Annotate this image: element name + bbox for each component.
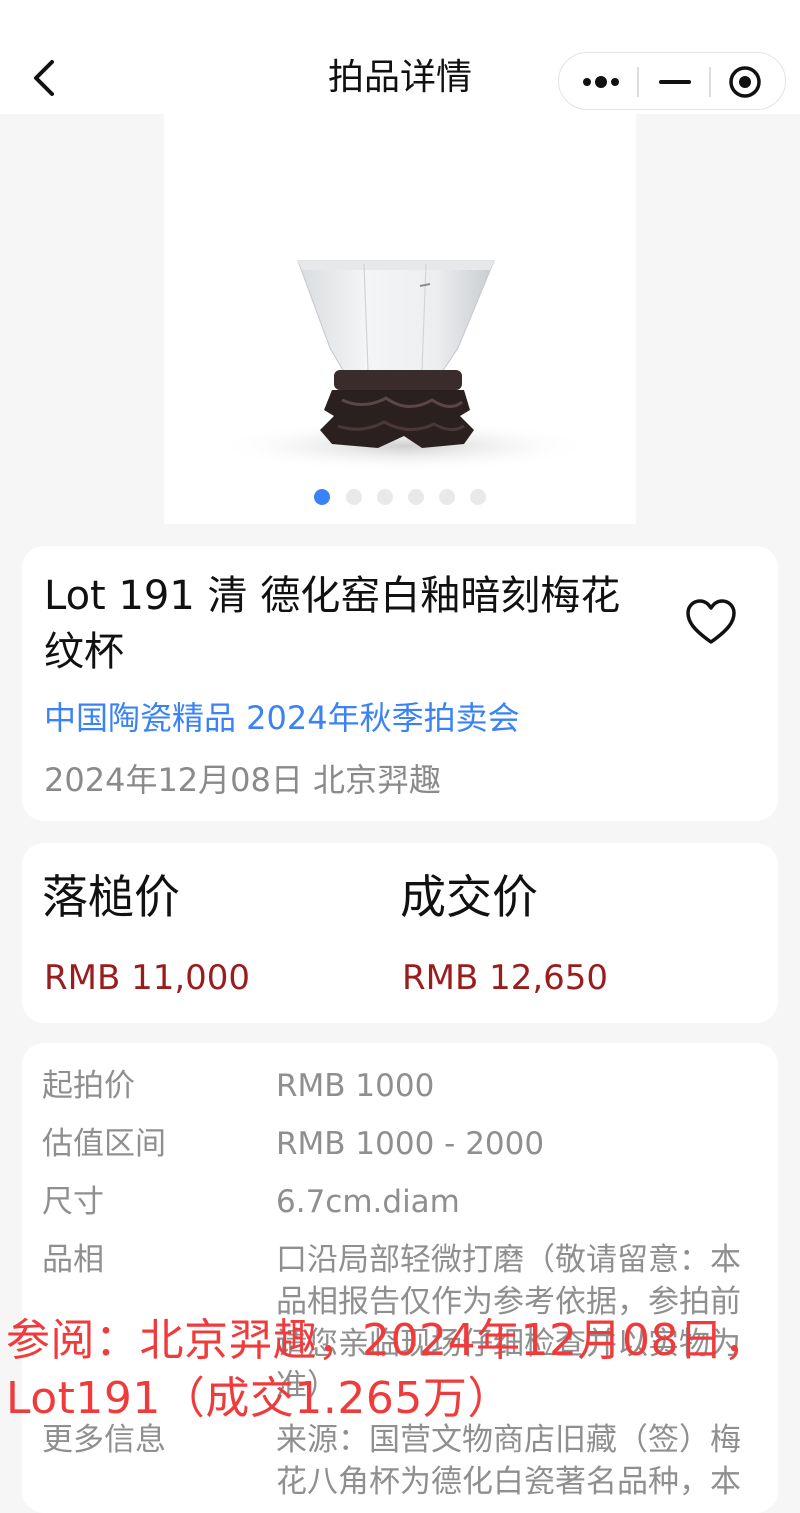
detail-value: RMB 1000: [276, 1068, 435, 1104]
close-button[interactable]: [725, 65, 765, 99]
target-close-icon: [729, 66, 761, 98]
detail-label: 品相: [42, 1242, 104, 1278]
watermark-line: Lot191（成交1.265万）: [6, 1373, 512, 1424]
carousel-dot[interactable]: [408, 489, 424, 505]
reference-watermark: 参阅：北京羿趣，2024年12月08日， Lot191（成交1.265万）: [6, 1312, 796, 1428]
hammer-price-value: RMB 11,000: [44, 958, 251, 998]
favorite-button[interactable]: [684, 596, 738, 650]
lot-details-card: 起拍价 RMB 1000 估值区间 RMB 1000 - 2000 尺寸 6.7…: [22, 1043, 778, 1513]
more-dots-icon: [583, 76, 619, 88]
detail-label: 估值区间: [42, 1126, 166, 1162]
lot-info-card: Lot 191 清 德化窑白釉暗刻梅花纹杯 中国陶瓷精品 2024年秋季拍卖会 …: [22, 546, 778, 821]
detail-value: 来源：国营文物商店旧藏（签）梅花八角杯为德化白瓷著名品种，本: [276, 1422, 741, 1500]
porcelain-cup-image: [214, 260, 594, 472]
carousel-dot[interactable]: [346, 489, 362, 505]
carousel-dot[interactable]: [314, 489, 330, 505]
heart-icon: [686, 599, 736, 644]
hammer-price-label: 落槌价: [42, 870, 180, 924]
detail-value: RMB 1000 - 2000: [276, 1126, 545, 1162]
detail-label: 起拍价: [42, 1068, 135, 1104]
final-price-label: 成交价: [400, 870, 538, 924]
capsule-divider: [709, 67, 711, 97]
carousel-dot[interactable]: [439, 489, 455, 505]
capsule-divider: [637, 67, 639, 97]
detail-label: 尺寸: [42, 1184, 104, 1220]
minimize-button[interactable]: [655, 65, 695, 99]
final-price-value: RMB 12,650: [402, 958, 609, 998]
minus-icon: [659, 80, 691, 84]
lot-title: Lot 191 清 德化窑白釉暗刻梅花纹杯: [44, 573, 621, 675]
carousel-dot[interactable]: [470, 489, 486, 505]
watermark-line: 参阅：北京羿趣，2024年12月08日，: [6, 1315, 768, 1366]
auction-date: 2024年12月08日 北京羿趣: [44, 761, 442, 799]
lot-image-carousel[interactable]: [164, 114, 636, 524]
detail-value: 6.7cm.diam: [276, 1184, 460, 1220]
auction-sale-link[interactable]: 中国陶瓷精品 2024年秋季拍卖会: [44, 696, 520, 740]
mini-program-capsule: [558, 52, 786, 110]
nav-bar: 拍品详情: [0, 0, 800, 114]
carousel-indicators: [0, 489, 800, 509]
carousel-dot[interactable]: [377, 489, 393, 505]
more-button[interactable]: [579, 65, 623, 99]
price-card: 落槌价 RMB 11,000 成交价 RMB 12,650: [22, 843, 778, 1023]
